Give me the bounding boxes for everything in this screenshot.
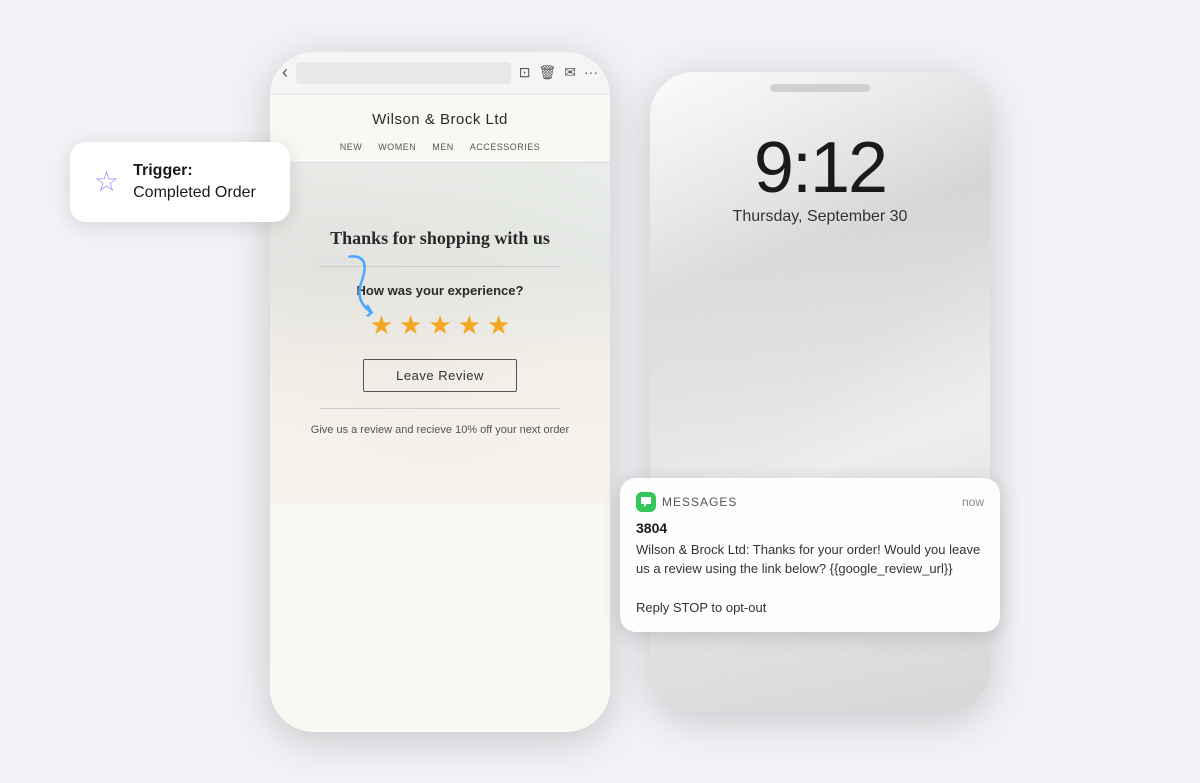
leave-review-button[interactable]: Leave Review <box>363 359 517 392</box>
star-2: ★ <box>399 310 422 341</box>
star-3: ★ <box>428 310 451 341</box>
browser-bar: ‹ ⊡ 🗑 ✉ ··· <box>270 52 610 95</box>
browser-action-icons: ⊡ 🗑 ✉ ··· <box>519 64 598 81</box>
delete-icon: 🗑 <box>538 64 556 81</box>
notification-app: MESSAGES <box>636 492 737 512</box>
notification-time: now <box>962 495 984 509</box>
phone-date: Thursday, September 30 <box>733 208 908 226</box>
star-rating: ★ ★ ★ ★ ★ <box>370 310 511 341</box>
trigger-text: Trigger: Completed Order <box>133 160 256 205</box>
email-hero: Thanks for shopping with us How was your… <box>270 163 610 503</box>
more-icon: ··· <box>584 64 598 81</box>
hero-footnote: Give us a review and recieve 10% off you… <box>311 423 569 438</box>
star-icon: ☆ <box>94 165 119 198</box>
notification-sender: 3804 <box>636 520 984 536</box>
sms-content: 9:12 Thursday, September 30 <box>650 72 990 256</box>
share-icon: ✉ <box>564 64 576 81</box>
app-name: MESSAGES <box>662 495 737 509</box>
star-5: ★ <box>487 310 510 341</box>
sms-notification: MESSAGES now 3804 Wilson & Brock Ltd: Th… <box>620 478 1000 632</box>
bookmark-icon: ⊡ <box>519 64 531 81</box>
trigger-card: ☆ Trigger: Completed Order <box>70 142 290 223</box>
email-nav: NEW WOMEN MEN ACCESSORIES <box>270 136 610 163</box>
sms-phone-wrapper: 9:12 Thursday, September 30 MESSAGES now… <box>650 72 990 712</box>
hero-title: Thanks for shopping with us <box>330 227 550 250</box>
nav-women[interactable]: WOMEN <box>378 142 416 152</box>
url-bar <box>296 62 511 84</box>
trigger-label-text: Completed Order <box>133 184 256 201</box>
phone-time: 9:12 <box>754 132 886 204</box>
scene: ☆ Trigger: Completed Order ‹ ⊡ 🗑 ✉ ··· W… <box>50 32 1150 752</box>
email-phone: ‹ ⊡ 🗑 ✉ ··· Wilson & Brock Ltd NEW WOMEN… <box>270 52 610 732</box>
back-icon[interactable]: ‹ <box>282 62 288 83</box>
messages-icon <box>636 492 656 512</box>
nav-men[interactable]: MEN <box>432 142 454 152</box>
nav-accessories[interactable]: ACCESSORIES <box>470 142 541 152</box>
star-4: ★ <box>458 310 481 341</box>
nav-new[interactable]: NEW <box>340 142 363 152</box>
notification-body: Wilson & Brock Ltd: Thanks for your orde… <box>636 540 984 618</box>
email-content: Wilson & Brock Ltd NEW WOMEN MEN ACCESSO… <box>270 95 610 731</box>
email-brand: Wilson & Brock Ltd <box>270 95 610 136</box>
trigger-label-bold: Trigger: <box>133 162 193 179</box>
notification-header: MESSAGES now <box>636 492 984 512</box>
hero-overlay: Thanks for shopping with us How was your… <box>270 163 610 503</box>
divider-2 <box>320 408 560 409</box>
